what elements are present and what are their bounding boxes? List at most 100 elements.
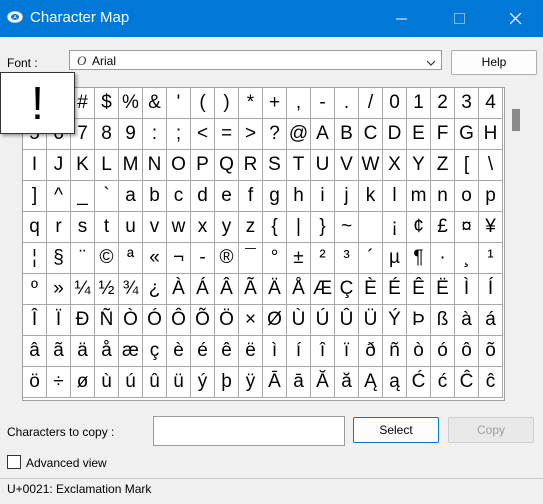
- character-cell[interactable]: w: [167, 212, 191, 243]
- character-cell[interactable]: Ö: [215, 305, 239, 336]
- character-cell[interactable]: ê: [215, 336, 239, 367]
- character-cell[interactable]: ¹: [479, 243, 503, 274]
- character-cell[interactable]: ü: [167, 367, 191, 398]
- character-cell[interactable]: i: [311, 181, 335, 212]
- character-cell[interactable]: ô: [455, 336, 479, 367]
- character-cell[interactable]: ¶: [407, 243, 431, 274]
- character-cell[interactable]: Ó: [143, 305, 167, 336]
- character-cell[interactable]: Ý: [383, 305, 407, 336]
- character-cell[interactable]: D: [383, 119, 407, 150]
- character-cell[interactable]: ë: [239, 336, 263, 367]
- minimize-button[interactable]: [379, 0, 425, 37]
- character-cell[interactable]: æ: [119, 336, 143, 367]
- character-cell[interactable]: ÷: [47, 367, 71, 398]
- character-cell[interactable]: z: [239, 212, 263, 243]
- character-cell[interactable]: §: [47, 243, 71, 274]
- character-cell[interactable]: ®: [215, 243, 239, 274]
- character-cell[interactable]: ì: [263, 336, 287, 367]
- character-cell[interactable]: [359, 212, 383, 243]
- maximize-button[interactable]: [437, 0, 483, 37]
- character-cell[interactable]: <: [191, 119, 215, 150]
- character-cell[interactable]: Ą: [359, 367, 383, 398]
- help-button[interactable]: Help: [451, 50, 537, 75]
- character-cell[interactable]: f: [239, 181, 263, 212]
- character-cell[interactable]: ï: [335, 336, 359, 367]
- character-cell[interactable]: Þ: [407, 305, 431, 336]
- character-cell[interactable]: ¬: [167, 243, 191, 274]
- character-cell[interactable]: C: [359, 119, 383, 150]
- character-cell[interactable]: q: [23, 212, 47, 243]
- character-cell[interactable]: -: [191, 243, 215, 274]
- character-cell[interactable]: Â: [215, 274, 239, 305]
- character-cell[interactable]: õ: [479, 336, 503, 367]
- character-cell[interactable]: .: [335, 88, 359, 119]
- character-cell[interactable]: 4: [479, 88, 503, 119]
- character-cell[interactable]: K: [71, 150, 95, 181]
- character-cell[interactable]: Y: [407, 150, 431, 181]
- character-cell[interactable]: V: [335, 150, 359, 181]
- character-cell[interactable]: e: [215, 181, 239, 212]
- character-cell[interactable]: Ñ: [95, 305, 119, 336]
- character-cell[interactable]: ĉ: [479, 367, 503, 398]
- character-cell[interactable]: n: [431, 181, 455, 212]
- close-button[interactable]: [493, 0, 539, 37]
- character-cell[interactable]: ·: [431, 243, 455, 274]
- character-cell[interactable]: è: [167, 336, 191, 367]
- character-cell[interactable]: ²: [311, 243, 335, 274]
- character-cell[interactable]: L: [95, 150, 119, 181]
- character-cell[interactable]: ¸: [455, 243, 479, 274]
- character-cell[interactable]: ;: [167, 119, 191, 150]
- character-cell[interactable]: Ð: [71, 305, 95, 336]
- character-cell[interactable]: 1: [407, 88, 431, 119]
- character-cell[interactable]: 3: [455, 88, 479, 119]
- character-cell[interactable]: ó: [431, 336, 455, 367]
- character-cell[interactable]: g: [263, 181, 287, 212]
- character-cell[interactable]: Ú: [311, 305, 335, 336]
- character-cell[interactable]: |: [287, 212, 311, 243]
- character-cell[interactable]: Ë: [431, 274, 455, 305]
- character-cell[interactable]: ã: [47, 336, 71, 367]
- character-cell[interactable]: ¡: [383, 212, 407, 243]
- character-cell[interactable]: Î: [23, 305, 47, 336]
- character-cell[interactable]: r: [47, 212, 71, 243]
- character-cell[interactable]: Ø: [263, 305, 287, 336]
- character-cell[interactable]: ,: [287, 88, 311, 119]
- character-cell[interactable]: N: [143, 150, 167, 181]
- character-cell[interactable]: Ê: [407, 274, 431, 305]
- font-dropdown[interactable]: O Arial: [69, 50, 442, 70]
- character-cell[interactable]: »: [47, 274, 71, 305]
- character-cell[interactable]: ¼: [71, 274, 95, 305]
- character-cell[interactable]: 0: [383, 88, 407, 119]
- character-cell[interactable]: ¥: [479, 212, 503, 243]
- character-cell[interactable]: ¾: [119, 274, 143, 305]
- character-cell[interactable]: ±: [287, 243, 311, 274]
- character-cell[interactable]: G: [455, 119, 479, 150]
- character-cell[interactable]: s: [71, 212, 95, 243]
- character-cell[interactable]: ¿: [143, 274, 167, 305]
- character-cell[interactable]: £: [431, 212, 455, 243]
- advanced-view-checkbox[interactable]: [7, 455, 21, 469]
- character-cell[interactable]: ¢: [407, 212, 431, 243]
- character-cell[interactable]: j: [335, 181, 359, 212]
- character-grid[interactable]: !"#$%&'()*+,-./0123456789:;<=>?@ABCDEFGH…: [22, 87, 505, 401]
- character-cell[interactable]: /: [359, 88, 383, 119]
- character-cell[interactable]: Ä: [263, 274, 287, 305]
- grid-scrollbar[interactable]: [505, 87, 522, 401]
- character-cell[interactable]: 8: [95, 119, 119, 150]
- character-cell[interactable]: :: [143, 119, 167, 150]
- character-cell[interactable]: h: [287, 181, 311, 212]
- character-cell[interactable]: Ü: [359, 305, 383, 336]
- character-cell[interactable]: ¤: [455, 212, 479, 243]
- chevron-down-icon[interactable]: [426, 56, 436, 70]
- character-cell[interactable]: û: [143, 367, 167, 398]
- character-cell[interactable]: ý: [191, 367, 215, 398]
- character-cell[interactable]: Ā: [263, 367, 287, 398]
- character-cell[interactable]: I: [23, 150, 47, 181]
- character-cell[interactable]: k: [359, 181, 383, 212]
- character-cell[interactable]: ä: [71, 336, 95, 367]
- character-cell[interactable]: í: [287, 336, 311, 367]
- character-cell[interactable]: À: [167, 274, 191, 305]
- character-cell[interactable]: ù: [95, 367, 119, 398]
- character-cell[interactable]: ñ: [383, 336, 407, 367]
- character-cell[interactable]: ª: [119, 243, 143, 274]
